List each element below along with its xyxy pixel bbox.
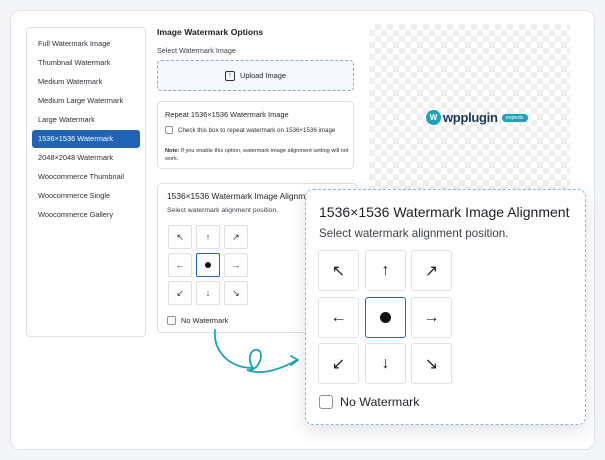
arrow-up-right-icon: ↗	[232, 231, 240, 242]
arrow-up-right-icon: ↗	[424, 262, 439, 280]
no-watermark-checkbox[interactable]	[167, 316, 176, 325]
arrow-right-icon: →	[423, 308, 440, 326]
center-dot-icon	[205, 262, 211, 268]
wpplugin-logo: W wpplugin experts	[426, 110, 528, 125]
page-title: Image Watermark Options	[157, 27, 264, 37]
repeat-checkbox-row[interactable]: Check this box to repeat watermark on 15…	[165, 126, 335, 134]
zoom-align-top-button[interactable]: ↑	[365, 250, 406, 291]
zoom-align-left-button[interactable]: ←	[318, 297, 359, 338]
align-top-left-button[interactable]: ↖	[168, 225, 192, 249]
zoom-align-bottom-button[interactable]: ↓	[365, 343, 406, 384]
sidebar: Full Watermark Image Thumbnail Watermark…	[26, 27, 146, 337]
note-text: If you enable this option, watermark ima…	[165, 148, 349, 162]
sidebar-item-woocommerce-single[interactable]: Woocommerce Single	[32, 187, 140, 205]
sidebar-item-large-watermark[interactable]: Large Watermark	[32, 111, 140, 129]
note-label: Note:	[165, 148, 180, 154]
arrow-down-icon: ↓	[205, 288, 211, 298]
zoom-align-right-button[interactable]: →	[411, 297, 452, 338]
repeat-note: Note: If you enable this option, waterma…	[165, 147, 350, 163]
zoomed-alignment-subtitle: Select watermark alignment position.	[319, 227, 509, 240]
sidebar-item-medium-watermark[interactable]: Medium Watermark	[32, 73, 140, 91]
connector-arrow-icon	[214, 329, 299, 373]
zoom-align-bottom-left-button[interactable]: ↙	[318, 343, 359, 384]
align-top-right-button[interactable]: ↗	[224, 225, 248, 249]
align-center-button[interactable]	[196, 253, 220, 277]
align-bottom-right-button[interactable]: ↘	[224, 281, 248, 305]
logo-badge: experts	[501, 113, 528, 122]
zoomed-alignment-card: 1536×1536 Watermark Image Alignment Sele…	[305, 189, 586, 425]
zoom-align-top-right-button[interactable]: ↗	[411, 250, 452, 291]
zoom-align-top-left-button[interactable]: ↖	[318, 250, 359, 291]
align-top-button[interactable]: ↑	[196, 225, 220, 249]
repeat-checkbox-label: Check this box to repeat watermark on 15…	[178, 126, 336, 134]
align-bottom-button[interactable]: ↓	[196, 281, 220, 305]
sidebar-item-2048-watermark[interactable]: 2048×2048 Watermark	[32, 149, 140, 167]
arrow-down-icon: ↓	[381, 354, 390, 372]
upload-image-button[interactable]: ↑ Upload Image	[157, 60, 354, 91]
zoom-align-bottom-right-button[interactable]: ↘	[411, 343, 452, 384]
arrow-down-left-icon: ↙	[331, 355, 346, 373]
select-watermark-label: Select Watermark Image	[157, 46, 236, 55]
logo-mark-icon: W	[426, 110, 441, 125]
repeat-checkbox[interactable]	[165, 126, 173, 134]
alignment-title: 1536×1536 Watermark Image Alignment	[167, 191, 317, 201]
arrow-left-icon: ←	[175, 260, 185, 270]
center-dot-icon	[380, 312, 391, 323]
arrow-down-right-icon: ↘	[424, 355, 439, 373]
zoomed-alignment-title: 1536×1536 Watermark Image Alignment	[319, 204, 570, 220]
arrow-up-left-icon: ↖	[331, 262, 346, 280]
zoomed-no-watermark-checkbox[interactable]	[319, 395, 333, 409]
arrow-up-icon: ↑	[205, 232, 211, 242]
upload-image-label: Upload Image	[239, 71, 286, 80]
align-right-button[interactable]: →	[224, 253, 248, 277]
zoom-align-center-button[interactable]	[365, 297, 406, 338]
align-bottom-left-button[interactable]: ↙	[168, 281, 192, 305]
arrow-down-right-icon: ↘	[232, 287, 240, 298]
alignment-subtitle: Select watermark alignment position.	[167, 207, 279, 214]
arrow-up-left-icon: ↖	[176, 231, 184, 242]
logo-text: wpplugin	[443, 110, 498, 125]
arrow-down-left-icon: ↙	[176, 287, 184, 298]
repeat-title: Repeat 1536×1536 Watermark Image	[165, 110, 289, 119]
arrow-up-icon: ↑	[381, 261, 390, 279]
repeat-watermark-card: Repeat 1536×1536 Watermark Image Check t…	[157, 101, 354, 169]
sidebar-item-medium-large-watermark[interactable]: Medium Large Watermark	[32, 92, 140, 110]
sidebar-item-thumbnail-watermark[interactable]: Thumbnail Watermark	[32, 54, 140, 72]
zoomed-no-watermark-option[interactable]: No Watermark	[319, 395, 419, 409]
sidebar-item-1536-watermark[interactable]: 1536×1536 Watermark	[32, 130, 140, 148]
sidebar-item-full-watermark-image[interactable]: Full Watermark Image	[32, 35, 140, 53]
arrow-right-icon: →	[231, 260, 241, 270]
arrow-left-icon: ←	[330, 308, 347, 326]
sidebar-item-woocommerce-thumbnail[interactable]: Woocommerce Thumbnail	[32, 168, 140, 186]
upload-icon: ↑	[224, 70, 235, 81]
zoomed-no-watermark-label: No Watermark	[340, 395, 420, 409]
align-left-button[interactable]: ←	[168, 253, 192, 277]
sidebar-item-woocommerce-gallery[interactable]: Woocommerce Gallery	[32, 206, 140, 224]
